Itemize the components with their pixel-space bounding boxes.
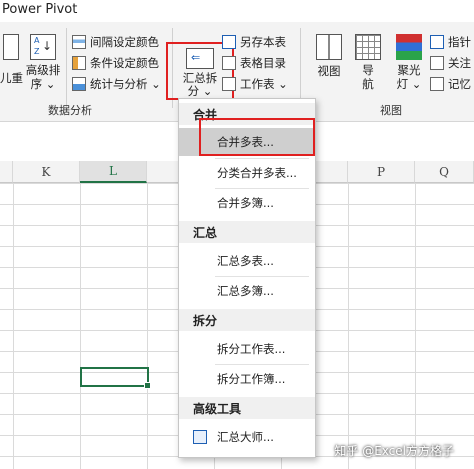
summary-master-icon — [193, 430, 207, 444]
stats-icon — [72, 77, 86, 91]
menu-item-summary-workbooks[interactable]: 汇总多簿... — [179, 277, 315, 305]
stats-analysis-button[interactable]: 统计与分析 ⌄ — [72, 76, 161, 92]
color-condition-icon — [72, 56, 86, 70]
data-analysis-group-label: 数据分析 — [48, 104, 92, 117]
highlight-box — [199, 118, 315, 156]
view-group-label: 视图 — [380, 104, 402, 117]
menu-item-split-sheet[interactable]: 拆分工作表... — [179, 335, 315, 363]
summary-master-label: 汇总大师... — [217, 430, 274, 444]
advanced-sort-label: 高级排 序 ⌄ — [25, 63, 61, 91]
menu-section-split: 拆分 — [179, 309, 315, 331]
navigation-button[interactable]: 导 航 — [354, 34, 382, 91]
column-header-partial[interactable] — [0, 161, 13, 183]
color-condition-label: 条件设定颜色 — [90, 56, 159, 70]
spotlight-icon — [396, 34, 422, 60]
memory-icon — [430, 77, 444, 91]
menu-item-split-workbook[interactable]: 拆分工作簿... — [179, 365, 315, 393]
watermark: 知乎 @Excel方方格子 — [334, 444, 454, 458]
color-interval-button[interactable]: 间隔设定颜色 — [72, 34, 159, 50]
summary-split-label-2: 分 ⌄ — [187, 84, 213, 98]
worksheet-button[interactable]: 工作表 ⌄ — [222, 76, 288, 92]
memory-button[interactable]: 记忆 — [430, 76, 471, 92]
column-header-l[interactable]: L — [80, 161, 147, 183]
view-label: 视图 — [317, 64, 341, 78]
save-sheet-icon — [222, 35, 236, 49]
left-partial-button[interactable] — [0, 34, 24, 63]
sort-az-icon: A Z ↓ — [30, 34, 56, 60]
column-header-k[interactable]: K — [13, 161, 80, 183]
navigation-grid-icon — [355, 34, 381, 60]
menu-section-advanced-tools: 高级工具 — [179, 397, 315, 419]
menu-section-summary: 汇总 — [179, 221, 315, 243]
follow-label: 关注 — [448, 56, 471, 70]
summary-split-icon: ⇐ — [186, 48, 214, 69]
save-sheet-label: 另存本表 — [240, 35, 286, 49]
menu-item-summary-sheets[interactable]: 汇总多表... — [179, 247, 315, 275]
column-header-p[interactable]: P — [348, 161, 415, 183]
pointer-button[interactable]: 指针 — [430, 34, 471, 50]
color-condition-button[interactable]: 条件设定颜色 — [72, 55, 159, 71]
menu-item-summary-master[interactable]: 汇总大师... — [179, 423, 315, 451]
follow-icon — [430, 56, 444, 70]
summary-split-menu: 合并 合并多表... 分类合并多表... 合并多簿... 汇总 汇总多表... … — [178, 98, 316, 458]
separator — [66, 28, 67, 108]
color-interval-icon — [72, 35, 86, 49]
color-interval-label: 间隔设定颜色 — [90, 35, 159, 49]
worksheet-icon — [222, 77, 236, 91]
pointer-label: 指针 — [448, 35, 471, 49]
spotlight-button[interactable]: 聚光 灯 ⌄ — [392, 34, 426, 91]
view-button[interactable]: 视图 — [312, 34, 346, 79]
separator — [300, 28, 301, 108]
view-icon — [316, 34, 342, 60]
column-header-q[interactable]: Q — [415, 161, 474, 183]
partial-icon — [3, 34, 19, 60]
left-partial-label: 儿重 — [0, 71, 23, 85]
directory-icon — [222, 56, 236, 70]
tab-title[interactable]: Power Pivot — [2, 2, 77, 17]
sheet-directory-label: 表格目录 — [240, 56, 286, 70]
advanced-sort-button[interactable]: A Z ↓ 高级排 序 ⌄ — [24, 34, 62, 91]
worksheet-label: 工作表 ⌄ — [240, 77, 288, 91]
pointer-icon — [430, 35, 444, 49]
stats-analysis-label: 统计与分析 ⌄ — [90, 77, 161, 91]
menu-item-merge-workbooks[interactable]: 合并多簿... — [179, 189, 315, 217]
memory-label: 记忆 — [448, 77, 471, 91]
follow-button[interactable]: 关注 — [430, 55, 471, 71]
sheet-directory-button[interactable]: 表格目录 — [222, 55, 286, 71]
save-sheet-button[interactable]: 另存本表 — [222, 34, 286, 50]
selected-cell[interactable] — [80, 367, 151, 389]
spotlight-label: 聚光 灯 ⌄ — [396, 63, 422, 91]
menu-item-category-merge[interactable]: 分类合并多表... — [179, 159, 315, 187]
navigation-label: 导 航 — [362, 63, 374, 91]
